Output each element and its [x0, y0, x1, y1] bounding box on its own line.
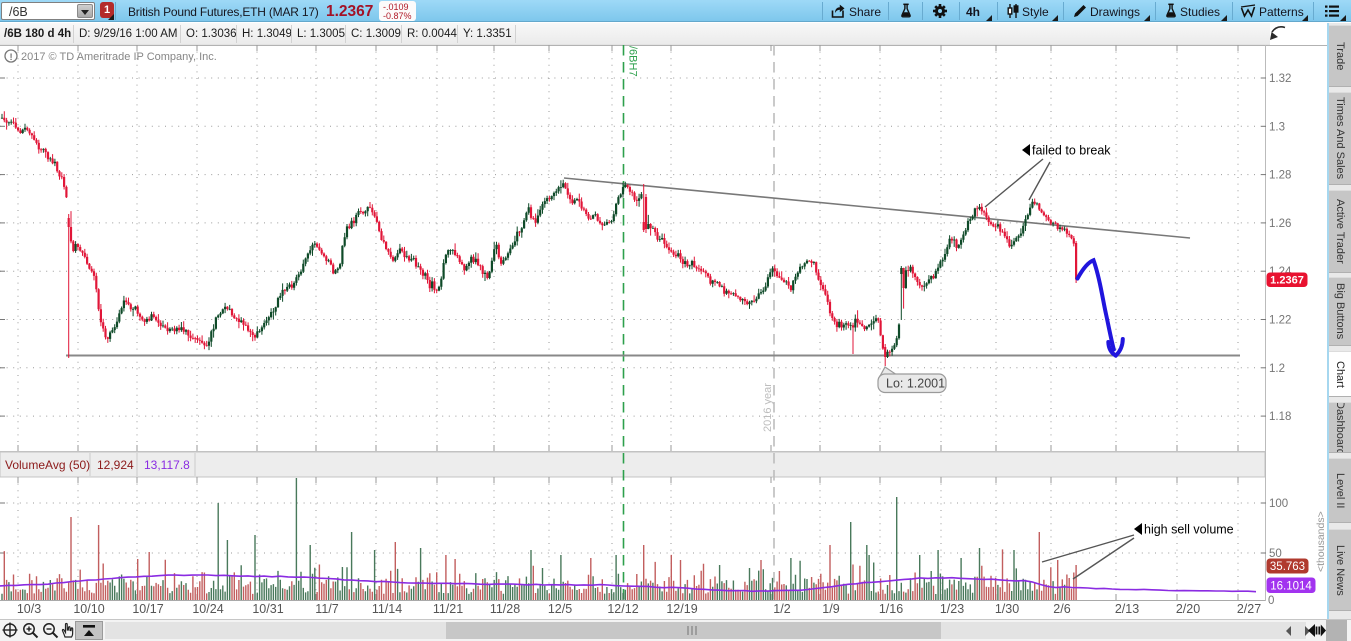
- svg-text:11/7: 11/7: [315, 602, 338, 616]
- svg-text:Lo: 1.2001: Lo: 1.2001: [886, 377, 945, 391]
- svg-text:<thousands>: <thousands>: [1315, 511, 1327, 572]
- svg-text:2/20: 2/20: [1176, 602, 1200, 616]
- svg-text:1.2: 1.2: [1269, 363, 1285, 375]
- svg-text:!: !: [10, 52, 13, 63]
- svg-text:1.28: 1.28: [1269, 170, 1291, 182]
- svg-text:10/31: 10/31: [252, 602, 283, 616]
- svg-text:10/10: 10/10: [73, 602, 104, 616]
- svg-text:12/19: 12/19: [666, 602, 697, 616]
- svg-text:1.22: 1.22: [1269, 315, 1291, 327]
- svg-text:16.1014: 16.1014: [1270, 581, 1312, 593]
- svg-text:2017 © TD Ameritrade IP Compan: 2017 © TD Ameritrade IP Company, Inc.: [21, 51, 217, 63]
- svg-text:high sell volume: high sell volume: [1144, 523, 1234, 537]
- svg-text:/6BH7: /6BH7: [627, 46, 639, 77]
- svg-text:13,117.8: 13,117.8: [144, 458, 190, 472]
- svg-text:1.2367: 1.2367: [1270, 275, 1304, 287]
- svg-text:2016 year: 2016 year: [762, 383, 774, 432]
- svg-text:2/27: 2/27: [1237, 602, 1261, 616]
- svg-text:12,924: 12,924: [97, 458, 134, 472]
- svg-text:100: 100: [1269, 498, 1288, 510]
- svg-text:1/2: 1/2: [773, 602, 790, 616]
- svg-text:10/3: 10/3: [17, 602, 41, 616]
- svg-text:1/30: 1/30: [995, 602, 1019, 616]
- svg-text:12/5: 12/5: [548, 602, 572, 616]
- svg-text:11/14: 11/14: [372, 602, 402, 616]
- svg-text:1.26: 1.26: [1269, 218, 1291, 230]
- svg-text:1/16: 1/16: [879, 602, 903, 616]
- svg-text:2/13: 2/13: [1115, 602, 1139, 616]
- svg-text:2/6: 2/6: [1053, 602, 1070, 616]
- svg-text:11/21: 11/21: [433, 602, 463, 616]
- svg-text:1/23: 1/23: [940, 602, 964, 616]
- svg-text:1/9: 1/9: [822, 602, 839, 616]
- svg-text:1.3: 1.3: [1269, 121, 1285, 133]
- svg-text:10/24: 10/24: [192, 602, 223, 616]
- svg-text:0: 0: [1268, 595, 1274, 607]
- svg-text:11/28: 11/28: [490, 602, 520, 616]
- svg-text:50: 50: [1269, 548, 1282, 560]
- svg-text:1.18: 1.18: [1269, 411, 1291, 423]
- svg-text:12/12: 12/12: [607, 602, 638, 616]
- svg-text:failed to break: failed to break: [1032, 144, 1111, 158]
- svg-text:10/17: 10/17: [132, 602, 163, 616]
- svg-text:1.32: 1.32: [1269, 73, 1291, 85]
- svg-text:VolumeAvg (50): VolumeAvg (50): [5, 458, 90, 472]
- svg-text:35.763: 35.763: [1270, 561, 1305, 573]
